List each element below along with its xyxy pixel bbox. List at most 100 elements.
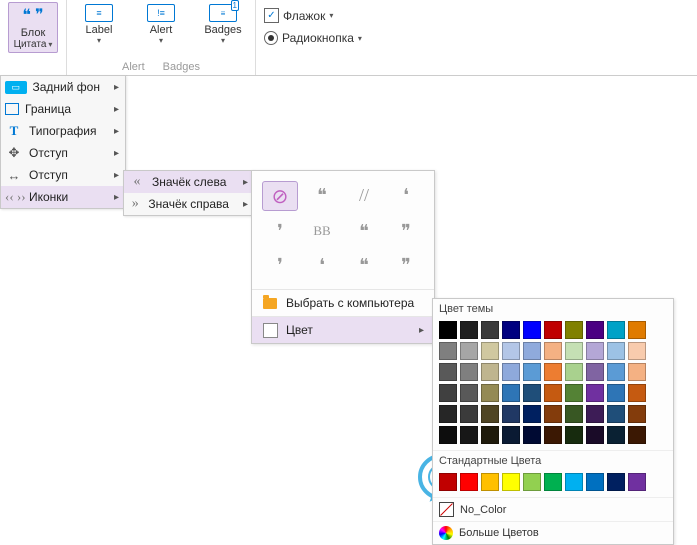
color-swatch[interactable] <box>439 384 457 402</box>
color-swatch[interactable] <box>502 321 520 339</box>
color-swatch[interactable] <box>586 426 604 444</box>
checkbox-control[interactable]: ✓ Флажок ▾ <box>264 8 333 23</box>
color-swatch[interactable] <box>565 405 583 423</box>
color-swatch[interactable] <box>607 321 625 339</box>
color-swatch[interactable] <box>502 384 520 402</box>
glyph-item[interactable]: // <box>346 181 382 209</box>
color-swatch[interactable] <box>523 405 541 423</box>
color-swatch[interactable] <box>607 426 625 444</box>
color-swatch[interactable] <box>523 384 541 402</box>
color-swatch[interactable] <box>502 363 520 381</box>
color-swatch[interactable] <box>628 405 646 423</box>
color-swatch[interactable] <box>523 363 541 381</box>
menu-border[interactable]: Граница▸ <box>1 98 125 120</box>
color-swatch[interactable] <box>607 473 625 491</box>
color-swatch[interactable] <box>502 405 520 423</box>
icon-right[interactable]: » Значёк справа▸ <box>124 193 254 215</box>
glyph-item[interactable]: ❞ <box>388 251 424 279</box>
color-swatch[interactable] <box>460 321 478 339</box>
color-swatch[interactable] <box>565 321 583 339</box>
badges-button[interactable]: ≡1 Badges ▾ <box>199 2 247 47</box>
color-swatch[interactable] <box>481 426 499 444</box>
color-swatch[interactable] <box>460 405 478 423</box>
color-swatch[interactable] <box>544 342 562 360</box>
color-swatch[interactable] <box>544 473 562 491</box>
color-swatch[interactable] <box>439 363 457 381</box>
color-swatch[interactable] <box>586 321 604 339</box>
glyph-item[interactable]: ❞ <box>388 217 424 245</box>
color-swatch[interactable] <box>481 363 499 381</box>
color-swatch[interactable] <box>586 363 604 381</box>
color-swatch[interactable] <box>544 405 562 423</box>
color-swatch[interactable] <box>628 426 646 444</box>
color-swatch[interactable] <box>523 342 541 360</box>
color-swatch[interactable] <box>481 342 499 360</box>
alert-button[interactable]: !≡ Alert ▾ <box>137 2 185 47</box>
menu-padding[interactable]: ✥ Отступ▸ <box>1 142 125 164</box>
color-swatch[interactable] <box>460 342 478 360</box>
color-swatch[interactable] <box>481 384 499 402</box>
glyph-item[interactable]: ❝ <box>346 217 382 245</box>
glyph-item[interactable]: ❛ <box>388 181 424 209</box>
color-swatch[interactable] <box>460 426 478 444</box>
choose-color[interactable]: Цвет ▸ <box>252 316 434 343</box>
color-swatch[interactable] <box>586 473 604 491</box>
more-colors[interactable]: Больше Цветов <box>433 521 673 544</box>
color-swatch[interactable] <box>628 473 646 491</box>
color-swatch[interactable] <box>481 473 499 491</box>
glyph-item[interactable]: ❜ <box>262 217 298 245</box>
color-swatch[interactable] <box>586 384 604 402</box>
radio-control[interactable]: Радиокнопка ▾ <box>264 31 362 45</box>
color-swatch[interactable] <box>565 473 583 491</box>
color-swatch[interactable] <box>439 426 457 444</box>
menu-typography[interactable]: T Типография▸ <box>1 120 125 142</box>
color-swatch[interactable] <box>460 363 478 381</box>
glyph-none[interactable]: ⊘ <box>262 181 298 211</box>
quote-block-button[interactable]: ❝ ❞ Блок Цитата▾ <box>8 2 58 53</box>
color-swatch[interactable] <box>439 473 457 491</box>
menu-margin[interactable]: ↔ Отступ▸ <box>1 164 125 186</box>
color-swatch[interactable] <box>607 342 625 360</box>
color-swatch[interactable] <box>628 321 646 339</box>
choose-from-computer[interactable]: Выбрать с компьютера <box>252 289 434 316</box>
color-swatch[interactable] <box>481 405 499 423</box>
color-swatch[interactable] <box>565 426 583 444</box>
color-swatch[interactable] <box>523 321 541 339</box>
icon-left[interactable]: « Значёк слева▸ <box>124 171 254 193</box>
glyph-item[interactable]: ❝ <box>304 181 340 209</box>
color-swatch[interactable] <box>586 405 604 423</box>
color-swatch[interactable] <box>628 384 646 402</box>
color-swatch[interactable] <box>439 321 457 339</box>
no-color[interactable]: No_Color <box>433 497 673 521</box>
color-swatch[interactable] <box>607 384 625 402</box>
color-swatch[interactable] <box>565 384 583 402</box>
color-swatch[interactable] <box>565 363 583 381</box>
color-swatch[interactable] <box>628 342 646 360</box>
color-swatch[interactable] <box>544 363 562 381</box>
color-swatch[interactable] <box>502 342 520 360</box>
color-swatch[interactable] <box>565 342 583 360</box>
color-swatch[interactable] <box>544 426 562 444</box>
glyph-item[interactable]: ❝ <box>346 251 382 279</box>
color-swatch[interactable] <box>460 473 478 491</box>
label-button[interactable]: ≡ Label ▾ <box>75 2 123 47</box>
color-swatch[interactable] <box>607 405 625 423</box>
menu-icons[interactable]: ‹‹ ›› Иконки▸ <box>1 186 125 208</box>
color-swatch[interactable] <box>502 473 520 491</box>
color-swatch[interactable] <box>544 321 562 339</box>
color-swatch[interactable] <box>628 363 646 381</box>
color-swatch[interactable] <box>481 321 499 339</box>
color-swatch[interactable] <box>607 363 625 381</box>
menu-background[interactable]: ▭ Задний фон▸ <box>1 76 125 98</box>
color-swatch[interactable] <box>460 384 478 402</box>
glyph-item[interactable]: BB <box>304 217 340 245</box>
color-swatch[interactable] <box>523 426 541 444</box>
color-swatch[interactable] <box>439 342 457 360</box>
glyph-item[interactable]: ❛ <box>304 251 340 279</box>
color-swatch[interactable] <box>502 426 520 444</box>
color-swatch[interactable] <box>544 384 562 402</box>
color-swatch[interactable] <box>586 342 604 360</box>
glyph-item[interactable]: ❜ <box>262 251 298 279</box>
color-swatch[interactable] <box>523 473 541 491</box>
color-swatch[interactable] <box>439 405 457 423</box>
